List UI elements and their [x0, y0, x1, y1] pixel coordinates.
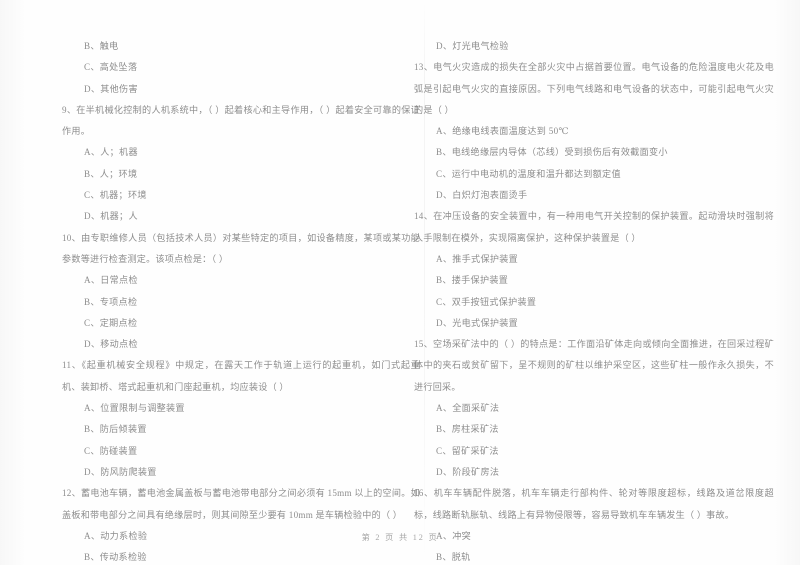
- carryover-options-left: B、触电 C、高处坠落 D、其他伤害: [62, 36, 421, 100]
- document-page-left: B、触电 C、高处坠落 D、其他伤害 9、在半机械化控制的人机系统中，（ ）起着…: [0, 0, 425, 565]
- question-stem: 9、在半机械化控制的人机系统中，（ ）起着核心和主导作用，（ ）起着安全可靠的保…: [62, 104, 420, 137]
- option-item: A、位置限制与调整装置: [84, 403, 185, 414]
- option-item: D、白炽灯泡表面烫手: [436, 190, 528, 201]
- question-stem: 12、蓄电池车辆，蓄电池金属盖板与蓄电池带电部分之间必须有 15mm 以上的空间…: [62, 488, 420, 520]
- option-item: D、机器；人: [84, 211, 138, 222]
- option-item: A、全面采矿法: [436, 403, 500, 414]
- question-block-14: 14、在冲压设备的安全装置中，有一种用电气开关控制的保护装置。起动滑块时强制将人…: [414, 206, 790, 334]
- option-item: C、机器；环境: [84, 190, 147, 201]
- page-right-content: D、灯光电气检验 13、电气火灾造成的损失在全部火灾中占据首要位置。电气设备的危…: [400, 36, 800, 565]
- question-stem: 14、在冲压设备的安全装置中，有一种用电气开关控制的保护装置。起动滑块时强制将人…: [414, 211, 774, 243]
- option-item: B、触电: [84, 41, 119, 51]
- option-item: B、电线绝缘层内导体（芯线）受到损伤后有效截面变小: [436, 147, 668, 158]
- question-stem: 13、电气火灾造成的损失在全部火灾中占据首要位置。电气设备的危险温度电火花及电弧…: [414, 62, 774, 115]
- option-item: A、绝缘电线表面温度达到 50℃: [436, 126, 569, 137]
- option-item: C、定期点检: [84, 317, 138, 328]
- option-item: C、留矿采矿法: [436, 445, 499, 456]
- option-item: D、灯光电气检验: [436, 41, 509, 51]
- question-block-9: 9、在半机械化控制的人机系统中，（ ）起着核心和主导作用，（ ）起着安全可靠的保…: [62, 100, 421, 228]
- option-item: D、防风防爬装置: [84, 466, 157, 477]
- option-item: B、人；环境: [84, 168, 138, 179]
- option-item: A、人；机器: [84, 147, 138, 158]
- question-stem: 11、《起重机械安全规程》中规定，在露天工作于轨道上运行的起重机，如门式起重机、…: [62, 360, 420, 392]
- document-page-right: D、灯光电气检验 13、电气火灾造成的损失在全部火灾中占据首要位置。电气设备的危…: [400, 0, 800, 565]
- option-item: D、光电式保护装置: [436, 317, 519, 328]
- option-item: D、其他伤害: [84, 83, 138, 94]
- question-block-15: 15、空场采矿法中的（ ）的特点是：工作面沿矿体走向或倾向全面推进，在回采过程矿…: [414, 334, 790, 483]
- question-block-10: 10、由专职维修人员（包括技术人员）对某些特定的项目，如设备精度，某项或某功能参…: [62, 228, 421, 356]
- option-item: C、运行中电动机的温度和温升都达到额定值: [436, 168, 621, 179]
- option-item: B、搂手保护装置: [436, 275, 509, 286]
- page-number-footer: 第 2 页 共 12 页: [361, 533, 439, 542]
- carryover-options-right: D、灯光电气检验: [414, 36, 790, 57]
- question-block-16: 16、机车车辆配件脱落，机车车辆走行部构件、轮对等限度超标，线路及道岔限度超标，…: [414, 483, 790, 565]
- option-item: B、房柱采矿法: [436, 424, 499, 435]
- question-stem: 16、机车车辆配件脱落，机车车辆走行部构件、轮对等限度超标，线路及道岔限度超标，…: [414, 488, 774, 520]
- question-block-11: 11、《起重机械安全规程》中规定，在露天工作于轨道上运行的起重机，如门式起重机、…: [62, 355, 421, 483]
- question-block-13: 13、电气火灾造成的损失在全部火灾中占据首要位置。电气设备的危险温度电火花及电弧…: [414, 57, 790, 206]
- option-item: D、阶段矿房法: [436, 466, 500, 477]
- option-item: B、传动系检验: [84, 552, 147, 563]
- option-item: D、移动点检: [84, 339, 138, 350]
- question-stem: 15、空场采矿法中的（ ）的特点是：工作面沿矿体走向或倾向全面推进，在回采过程矿…: [414, 339, 774, 392]
- option-item: A、日常点检: [84, 275, 138, 286]
- option-item: B、防后倾装置: [84, 424, 147, 435]
- option-item: B、脱轨: [436, 552, 471, 563]
- option-item: C、双手按钮式保护装置: [436, 296, 537, 307]
- option-item: A、推手式保护装置: [436, 253, 519, 264]
- question-block-12: 12、蓄电池车辆，蓄电池金属盖板与蓄电池带电部分之间必须有 15mm 以上的空间…: [62, 483, 421, 565]
- scanned-document-sheet: B、触电 C、高处坠落 D、其他伤害 9、在半机械化控制的人机系统中，（ ）起着…: [0, 0, 800, 565]
- option-item: C、防碰装置: [84, 445, 138, 456]
- question-stem: 10、由专职维修人员（包括技术人员）对某些特定的项目，如设备精度，某项或某功能参…: [62, 232, 420, 264]
- page-left-content: B、触电 C、高处坠落 D、其他伤害 9、在半机械化控制的人机系统中，（ ）起着…: [0, 36, 425, 565]
- option-item: C、高处坠落: [84, 62, 138, 73]
- option-item: B、专项点检: [84, 296, 138, 307]
